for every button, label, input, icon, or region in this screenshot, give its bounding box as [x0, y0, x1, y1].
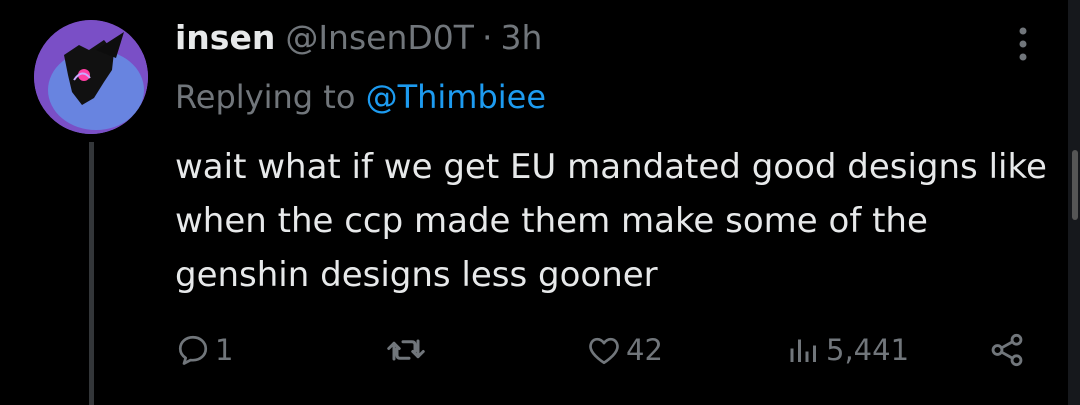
more-options-button[interactable] — [1010, 22, 1036, 66]
share-icon — [991, 333, 1023, 367]
replying-to-label: Replying to — [175, 78, 366, 116]
avatar[interactable] — [34, 20, 148, 134]
heart-icon — [589, 337, 619, 365]
tweet-text: wait what if we get EU mandated good des… — [175, 147, 1047, 295]
replying-to: Replying to @Thimbiee — [175, 78, 546, 116]
user-handle[interactable]: @InsenD0T — [285, 18, 474, 57]
like-button[interactable]: 42 — [586, 330, 663, 370]
tweet-header: insen @InsenD0T · 3h — [175, 18, 542, 62]
thread-line — [89, 142, 94, 405]
share-button[interactable] — [988, 330, 1026, 370]
timestamp[interactable]: 3h — [500, 18, 542, 57]
scrollbar-thumb[interactable] — [1072, 150, 1078, 220]
views-button[interactable]: 5,441 — [786, 330, 909, 370]
retweet-button[interactable] — [385, 330, 431, 370]
retweet-icon — [387, 339, 425, 361]
views-icon — [790, 339, 816, 362]
replying-to-mention[interactable]: @Thimbiee — [366, 78, 546, 116]
reply-count: 1 — [215, 333, 234, 367]
view-count: 5,441 — [826, 333, 910, 367]
display-name[interactable]: insen — [175, 18, 275, 57]
more-vertical-icon — [1019, 27, 1027, 61]
separator-dot: · — [481, 18, 493, 57]
like-count: 42 — [626, 333, 663, 367]
reply-button[interactable]: 1 — [175, 330, 233, 370]
reply-icon — [178, 335, 208, 365]
avatar-image — [34, 20, 148, 134]
